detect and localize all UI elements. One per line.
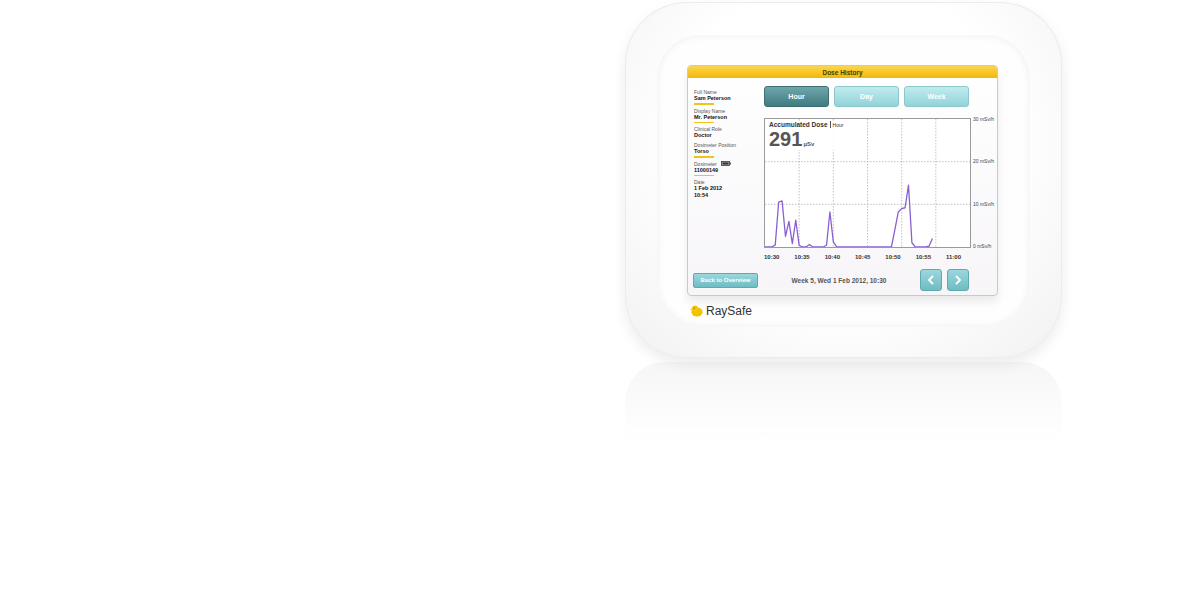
y-axis: 30 mSv/h 20 mSv/h 10 mSv/h 0 mSv/h (971, 117, 997, 249)
brand-name: RaySafe (706, 304, 752, 318)
field-label: Display Name (694, 108, 763, 114)
field-value: Sam Peterson (694, 95, 763, 102)
profile-field: Full NameSam Peterson (694, 89, 763, 105)
period-tab[interactable]: Day (834, 86, 899, 107)
x-tick: 10:35 (794, 254, 809, 260)
brand-logo: RaySafe (687, 304, 998, 318)
period-nav (920, 269, 969, 291)
accumulated-dose: 291μSv (769, 128, 843, 150)
y-tick: 10 mSv/h (973, 202, 997, 207)
period-tab[interactable]: Hour (764, 86, 829, 107)
field-label: Dosimeter (694, 161, 763, 167)
chart-title: Accumulated DoseHour (769, 121, 843, 128)
period-label: Week 5, Wed 1 Feb 2012, 10:30 (758, 277, 920, 284)
device-reflection (625, 362, 1062, 442)
back-button[interactable]: Back to Overview (693, 273, 758, 288)
dose-rate-line (765, 185, 932, 247)
period-tabs: HourDayWeek (764, 86, 997, 107)
chevron-right-icon (953, 275, 963, 285)
profile-panel: Full NameSam Peterson Display NameMr. Pet… (688, 78, 763, 269)
x-tick: 10:30 (764, 254, 779, 260)
grid-line (867, 119, 868, 247)
field-value: Mr. Peterson (694, 114, 763, 121)
grid-line (901, 119, 902, 247)
screen: Dose History Full NameSam Peterson Display… (687, 65, 998, 296)
x-tick: 11:00 (946, 254, 961, 260)
field-value: Doctor (694, 132, 763, 139)
x-tick: 10:45 (855, 254, 870, 260)
field-underline (694, 156, 714, 158)
y-tick: 30 mSv/h (973, 117, 997, 122)
chevron-left-icon (926, 275, 936, 285)
y-tick: 20 mSv/h (973, 159, 997, 164)
field-value: Torso (694, 148, 763, 155)
profile-field: Date1 Feb 201210:54 (694, 179, 763, 199)
dose-chart: Accumulated DoseHour291μSv (764, 118, 971, 248)
battery-icon (721, 161, 731, 166)
chart-row: Accumulated DoseHour291μSv 30 mSv/h 20 mSv… (764, 118, 997, 249)
next-button[interactable] (947, 269, 969, 291)
main-area: Full NameSam Peterson Display NameMr. Pet… (688, 78, 997, 269)
field-label: Clinical Role (694, 126, 763, 132)
field-label: Full Name (694, 89, 763, 95)
grid-line (765, 161, 970, 162)
profile-field: Dosimeter11000149 (694, 161, 763, 177)
grid-line (765, 204, 970, 205)
y-tick: 0 mSv/h (973, 244, 997, 249)
screen-footer: Back to OverviewWeek 5, Wed 1 Feb 2012, … (688, 269, 997, 295)
field-value: 10:54 (694, 192, 763, 199)
period-tab[interactable]: Week (904, 86, 969, 107)
field-label: Date (694, 179, 763, 185)
profile-field: Display NameMr. Peterson (694, 108, 763, 124)
x-tick: 10:50 (885, 254, 900, 260)
previous-button[interactable] (920, 269, 942, 291)
chart-section: HourDayWeekAccumulated DoseHour291μSv30 … (763, 78, 997, 269)
bird-icon (690, 305, 704, 317)
field-value: 11000149 (694, 167, 763, 174)
field-label: Dosimeter Position (694, 142, 763, 148)
dosimeter-display: Dose History Full NameSam Peterson Display… (625, 2, 1062, 358)
x-axis: 10:30 10:35 10:40 10:45 10:50 10:55 11:00 (764, 254, 969, 260)
profile-field: Dosimeter PositionTorso (694, 142, 763, 158)
field-underline (694, 122, 714, 124)
chart-heading: Accumulated DoseHour291μSv (769, 121, 846, 150)
profile-field: Clinical RoleDoctor (694, 126, 763, 139)
screen-header: Dose History (688, 66, 997, 78)
field-underline (694, 103, 714, 105)
field-value: 1 Feb 2012 (694, 185, 763, 192)
field-underline (694, 175, 714, 177)
bezel: Dose History Full NameSam Peterson Display… (657, 35, 1030, 327)
grid-line (935, 119, 936, 247)
x-tick: 10:40 (825, 254, 840, 260)
chart-period: Hour (830, 121, 844, 128)
x-tick: 10:55 (916, 254, 931, 260)
product-page: Dose History Full NameSam Peterson Display… (0, 0, 1200, 612)
